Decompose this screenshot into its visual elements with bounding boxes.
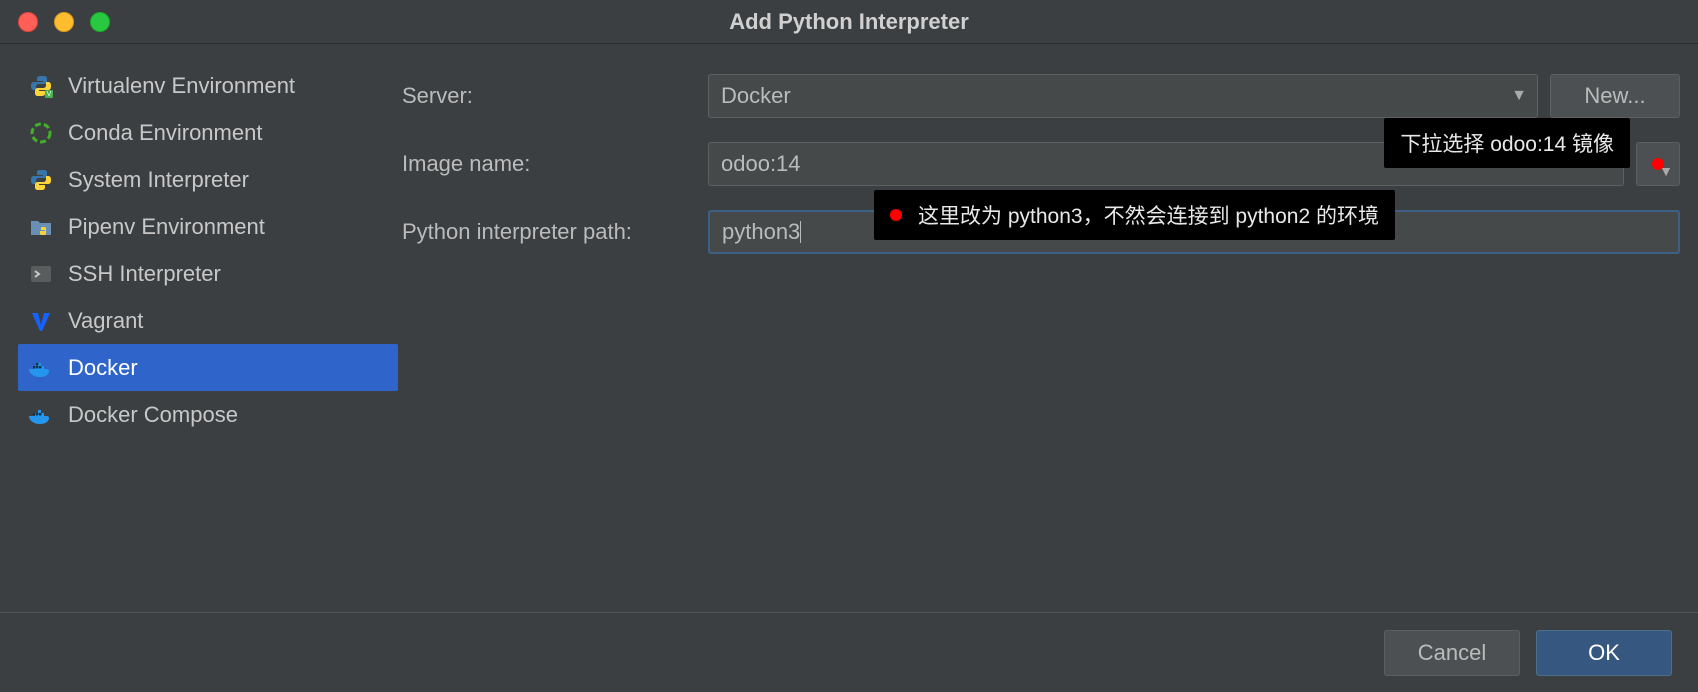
python-virtualenv-icon: V [28,73,54,99]
svg-text:V: V [47,91,52,98]
docker-compose-icon [28,402,54,428]
minimize-window-button[interactable] [54,12,74,32]
sidebar-item-label: System Interpreter [68,167,249,193]
docker-icon [28,355,54,381]
text-caret [800,221,801,243]
sidebar-item-docker[interactable]: Docker [18,344,398,391]
sidebar-item-system[interactable]: System Interpreter [18,156,398,203]
title-bar: Add Python Interpreter [0,0,1698,44]
sidebar-item-conda[interactable]: Conda Environment [18,109,398,156]
tooltip-text: 这里改为 python3，不然会连接到 python2 的环境 [918,200,1379,230]
ok-button-label: OK [1588,640,1620,666]
server-select[interactable]: Docker ▼ [708,74,1538,118]
tooltip-text: 下拉选择 odoo:14 镜像 [1400,128,1614,158]
sidebar-item-pipenv[interactable]: Pipenv Environment [18,203,398,250]
sidebar-item-label: SSH Interpreter [68,261,221,287]
zoom-window-button[interactable] [90,12,110,32]
close-window-button[interactable] [18,12,38,32]
dialog-title: Add Python Interpreter [0,9,1698,35]
sidebar-item-label: Docker Compose [68,402,238,428]
form-panel: Server: Docker ▼ New... Image name: odoo… [398,62,1680,612]
interpreter-type-list: V Virtualenv Environment Conda Environme… [18,62,398,612]
sidebar-item-label: Vagrant [68,308,143,334]
cancel-button[interactable]: Cancel [1384,630,1520,676]
interpreter-path-label: Python interpreter path: [398,219,708,245]
image-dropdown-button[interactable]: ▼ [1636,142,1680,186]
sidebar-item-vagrant[interactable]: Vagrant [18,297,398,344]
chevron-down-icon: ▼ [1659,163,1673,179]
dialog-footer: Cancel OK [0,612,1698,692]
new-button-label: New... [1584,83,1645,109]
window-controls [18,12,110,32]
sidebar-item-label: Pipenv Environment [68,214,265,240]
cancel-button-label: Cancel [1418,640,1486,666]
chevron-down-icon: ▼ [1511,87,1527,105]
pipenv-folder-icon [28,214,54,240]
sidebar-item-label: Docker [68,355,138,381]
dialog-body: V Virtualenv Environment Conda Environme… [0,44,1698,692]
sidebar-item-label: Virtualenv Environment [68,73,295,99]
annotation-dot-icon [890,209,902,221]
sidebar-item-virtualenv[interactable]: V Virtualenv Environment [18,62,398,109]
server-select-value: Docker [721,83,791,109]
python-icon [28,167,54,193]
conda-icon [28,120,54,146]
sidebar-item-label: Conda Environment [68,120,262,146]
content-area: V Virtualenv Environment Conda Environme… [0,44,1698,612]
tooltip-interpreter-path: 这里改为 python3，不然会连接到 python2 的环境 [874,190,1395,240]
ssh-icon [28,261,54,287]
new-server-button[interactable]: New... [1550,74,1680,118]
tooltip-image-name: 下拉选择 odoo:14 镜像 [1384,118,1630,168]
interpreter-path-value: python3 [722,219,800,245]
image-name-label: Image name: [398,151,708,177]
ok-button[interactable]: OK [1536,630,1672,676]
image-name-value: odoo:14 [721,151,801,177]
vagrant-icon [28,308,54,334]
sidebar-item-ssh[interactable]: SSH Interpreter [18,250,398,297]
sidebar-item-docker-compose[interactable]: Docker Compose [18,391,398,438]
server-label: Server: [398,83,708,109]
